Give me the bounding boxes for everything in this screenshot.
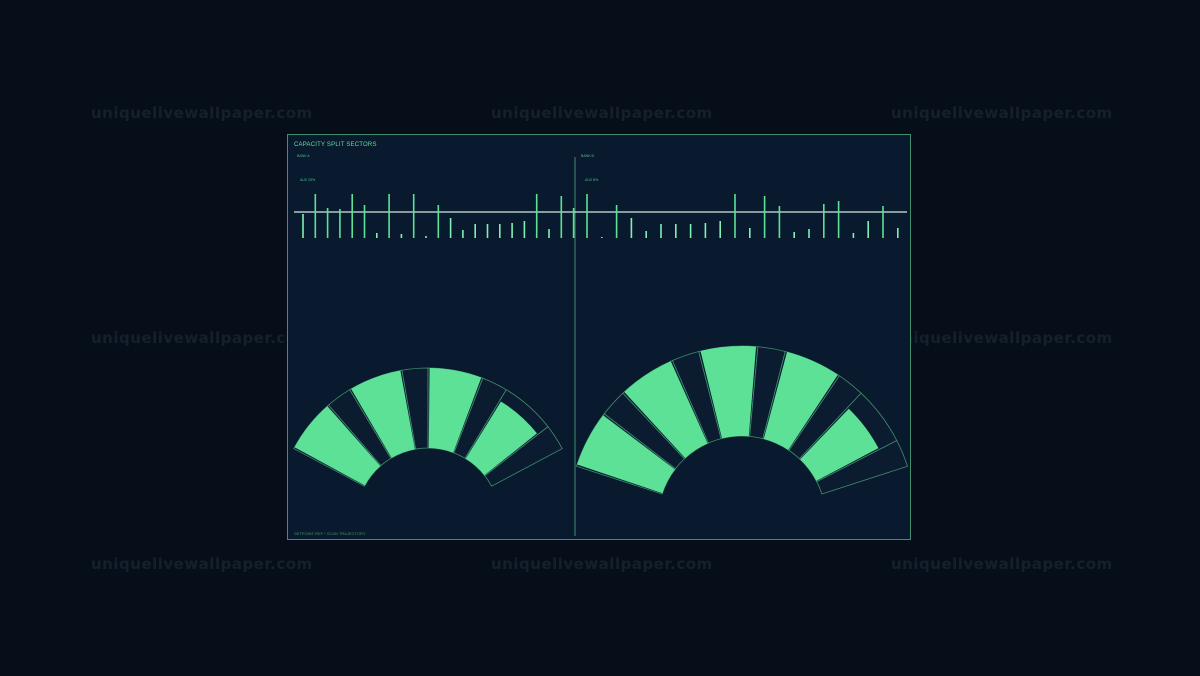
chart-bar (351, 194, 353, 238)
panel-title: CAPACITY SPLIT SECTORS (294, 142, 377, 148)
right-bank-label: BANK B (581, 154, 594, 158)
chart-bar (734, 194, 736, 238)
chart-bar (867, 221, 869, 238)
chart-bar (302, 214, 304, 238)
chart-bar (852, 233, 855, 238)
chart-bar (511, 223, 513, 238)
chart-bar (560, 196, 563, 238)
chart-bar (793, 232, 795, 238)
hud-chart (293, 157, 908, 536)
chart-bar (425, 236, 427, 238)
chart-bar (363, 205, 366, 238)
chart-bar (437, 205, 440, 238)
chart-bar (388, 194, 390, 238)
chart-bar (660, 224, 662, 238)
left-bank-label: BANK A (297, 154, 310, 158)
chart-bar (339, 209, 341, 238)
chart-bar (314, 194, 317, 238)
chart-bar (719, 221, 721, 238)
chart-bar (749, 228, 751, 238)
chart-bar (474, 224, 476, 238)
left-sub-label: AUX 25% (300, 178, 316, 182)
chart-bar (823, 204, 825, 238)
chart-bar (586, 194, 588, 238)
chart-bar (882, 206, 884, 238)
chart-bar (376, 233, 378, 238)
chart-bar (630, 218, 633, 238)
chart-bar (615, 205, 618, 238)
chart-bar (326, 208, 329, 238)
chart-bar (449, 218, 452, 238)
chart-bar (645, 231, 647, 238)
chart-bar (837, 201, 840, 238)
chart-bar (400, 234, 403, 238)
chart-bar (808, 229, 810, 238)
chart-bar (704, 223, 707, 238)
chart-bar (572, 208, 575, 238)
chart-bar (897, 228, 899, 238)
chart-bar (462, 230, 464, 238)
panel-footer: SETPOINT REF * SCAN TRAJECTORY (294, 531, 366, 536)
chart-bar (601, 237, 603, 238)
chart-bar (412, 194, 415, 238)
right-sub-label: AUX 8% (585, 178, 599, 182)
chart-bar (486, 224, 489, 238)
chart-bar (535, 194, 538, 238)
chart-bar (499, 224, 501, 238)
chart-bar (675, 224, 677, 238)
chart-bar (523, 221, 526, 238)
chart-bar (689, 224, 692, 238)
chart-bar (763, 196, 766, 238)
chart-bar (778, 206, 781, 238)
chart-bar (548, 229, 550, 238)
